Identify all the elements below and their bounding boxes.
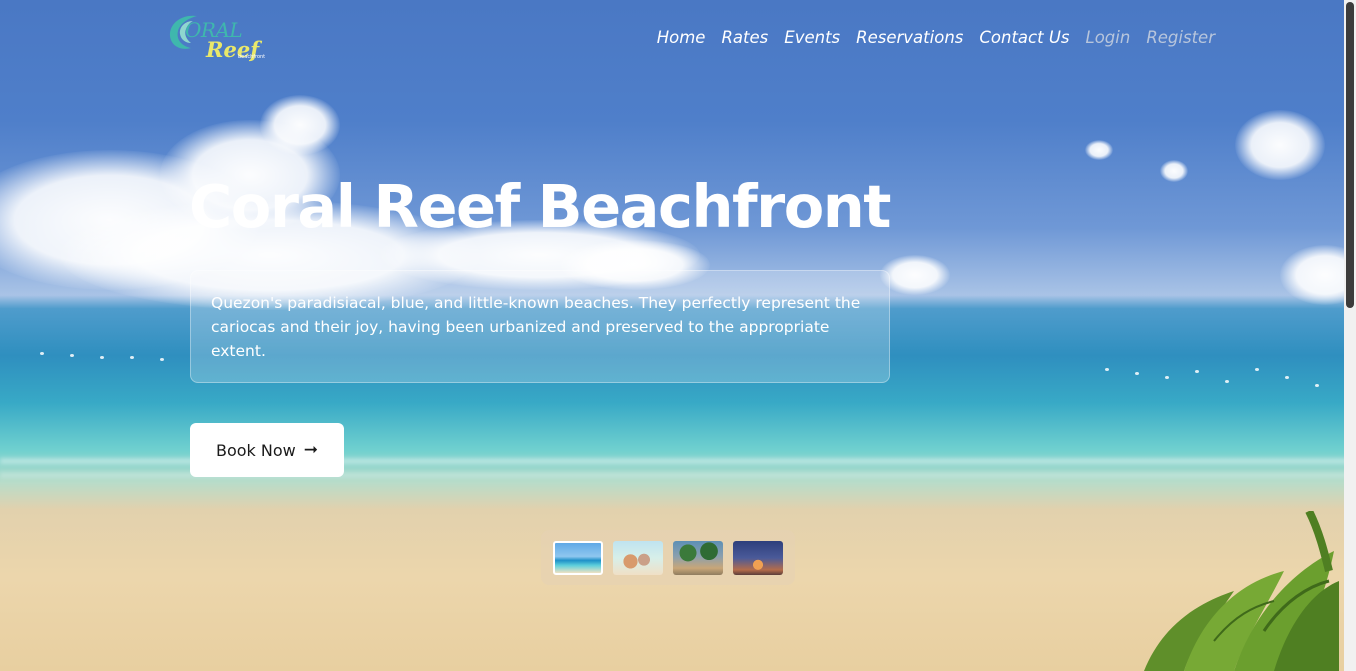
book-now-label: Book Now: [216, 440, 296, 460]
nav-login-link[interactable]: Login: [1086, 28, 1131, 47]
nav-contact-link[interactable]: Contact Us: [979, 28, 1069, 47]
hero-description: Quezon's paradisiacal, blue, and little-…: [211, 294, 861, 360]
palm-shore-thumbnail[interactable]: [673, 540, 723, 575]
hero-description-card: Quezon's paradisiacal, blue, and little-…: [190, 270, 890, 383]
nav-events-link[interactable]: Events: [784, 28, 840, 47]
nav-register-link[interactable]: Register: [1146, 28, 1215, 47]
book-now-button[interactable]: Book Now ➞: [190, 423, 344, 477]
gallery-thumbnail-strip: [541, 530, 795, 585]
nav-home-link[interactable]: Home: [657, 28, 706, 47]
sunset-thumbnail[interactable]: [733, 540, 783, 575]
friends-thumbnail[interactable]: [613, 540, 663, 575]
site-logo[interactable]: ORAL Reef beachfront: [163, 8, 267, 66]
scrollbar-thumb[interactable]: [1346, 2, 1354, 308]
logo-text-small: beachfront: [238, 54, 266, 60]
arrow-right-icon: ➞: [303, 440, 318, 460]
beach-plant: [1144, 511, 1339, 671]
main-navigation: Home Rates Events Reservations Contact U…: [657, 28, 1215, 47]
page-scrollbar[interactable]: [1344, 0, 1356, 671]
beach-thumbnail[interactable]: [553, 540, 603, 575]
hero-page: ORAL Reef beachfront Home Rates Events R…: [0, 0, 1356, 671]
nav-reservations-link[interactable]: Reservations: [856, 28, 963, 47]
nav-rates-link[interactable]: Rates: [721, 28, 768, 47]
hero-title: Coral Reef Beachfront: [189, 172, 891, 241]
